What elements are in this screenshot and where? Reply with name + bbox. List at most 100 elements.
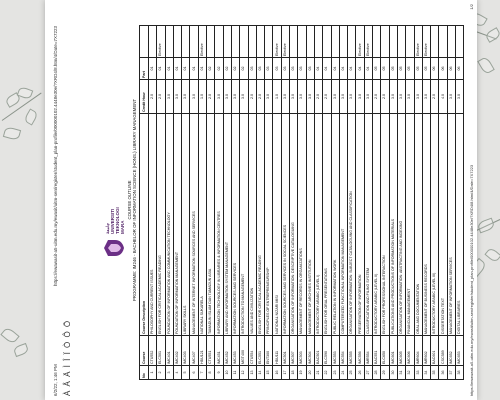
cell-description: COMPUTERIZED FUNCTIONAL INFORMATION MANA… bbox=[339, 113, 348, 336]
table-row: 36 CSC589 DISSERTATION TEXT 4.0 06 bbox=[438, 25, 448, 380]
cell-course-code: ENT300 bbox=[264, 335, 273, 366]
cell-note bbox=[239, 25, 249, 58]
cell-course-code: ELC590 bbox=[322, 335, 332, 366]
table-row: 4 IMC402 FOUNDATION OF INFORMATION MANAGEM… bbox=[173, 25, 182, 380]
cell-description: ORGANISATION OF INFORMATION: DESCRIPTIVE… bbox=[289, 113, 298, 336]
cell-part: 04 bbox=[322, 57, 332, 80]
cell-credit-hour: 3.0 bbox=[289, 79, 298, 114]
university-logo: جامعة UNIVERSITI TEKNOLOGI MARA bbox=[103, 138, 125, 258]
cell-part: 02 bbox=[223, 57, 232, 80]
cell-description: PUBLIC RELATION IN INFORMATION WORK bbox=[331, 113, 340, 336]
cell-credit-hour: 1.0 bbox=[198, 79, 207, 114]
cell-course-code: CTU552 bbox=[148, 335, 157, 366]
course-table-body: 1 CTU552 PHILOSOPHY AND CURRENT ISSUES 2.0 0… bbox=[148, 25, 464, 380]
cell-note bbox=[165, 25, 174, 58]
print-url: https://ewawasit-a5-uitm.edu.my/ewasit/u… bbox=[53, 25, 58, 286]
cell-no: 5 bbox=[181, 365, 190, 380]
cell-credit-hour: 3.0 bbox=[355, 79, 365, 114]
cell-part: 06 bbox=[455, 57, 464, 80]
cell-no: 23 bbox=[331, 365, 340, 380]
cell-description: PRINCIPLES OF ENTREPRENEURSHIP bbox=[264, 113, 273, 336]
cell-credit-hour: 3.0 bbox=[447, 79, 456, 114]
cell-note: Elective bbox=[198, 25, 207, 58]
cell-course-code: IMC501 bbox=[281, 335, 290, 366]
cell-course-code: IMC652 bbox=[447, 335, 456, 366]
cell-description: DIGITAL LIBRARIES bbox=[455, 113, 464, 336]
table-row: 22 ELC590 ENGLISH FOR ORAL PRESENTATIONS 2.… bbox=[322, 25, 332, 380]
cell-part: 02 bbox=[214, 57, 224, 80]
cell-note bbox=[455, 25, 464, 58]
table-row: 17 IMC501 INFORMATION SOURCES AND SERVICES… bbox=[281, 25, 290, 380]
table-row: 21 BAC501 INTRODUCTORY ARABIC (LEVEL I) 2.0… bbox=[314, 25, 323, 380]
cell-credit-hour: 3.0 bbox=[173, 79, 182, 114]
cell-part: 06 bbox=[430, 57, 439, 80]
cell-description: FOUNDATION OF INFORMATION AND COMMUNICAT… bbox=[165, 113, 174, 336]
cell-no: 17 bbox=[281, 365, 290, 380]
cell-part: 06 bbox=[438, 57, 448, 80]
cell-description: LIBRARY SKILLS bbox=[181, 113, 190, 336]
cell-note bbox=[297, 25, 307, 58]
col-header-note bbox=[139, 25, 149, 58]
cell-note bbox=[264, 25, 273, 58]
cell-course-code: MGT400 bbox=[239, 335, 249, 366]
cell-part: 03 bbox=[306, 57, 315, 80]
cell-credit-hour: 2.0 bbox=[430, 79, 439, 114]
cell-credit-hour: 2.0 bbox=[156, 79, 166, 114]
table-row: 6 IMC407 MANAGEMENT OF INTERNET INFORMATIO… bbox=[189, 25, 199, 380]
cell-credit-hour: 2.0 bbox=[248, 79, 257, 114]
table-row: 12 MGT400 INTRODUCTION TO MANAGEMENT 3.0 02 bbox=[239, 25, 249, 380]
col-header-description: Course Description bbox=[139, 113, 149, 336]
cell-credit-hour: 2.0 bbox=[256, 79, 265, 114]
cell-description: INTRODUCTORY ARABIC (LEVEL I) bbox=[314, 113, 323, 336]
table-row: 19 IMC503 MANAGEMENT OF RECORDS IN ORGANIZ… bbox=[297, 25, 307, 380]
cell-course-code: IMC453 bbox=[231, 335, 240, 366]
cell-no: 7 bbox=[198, 365, 207, 380]
cell-note bbox=[214, 25, 224, 58]
browser-print-header: 6/2/22, 1:46 PM https://ewawasit-a5-uitm… bbox=[53, 4, 61, 396]
cell-part: 01 bbox=[156, 57, 166, 80]
cell-course-code: IMC507 bbox=[289, 335, 298, 366]
cell-course-code: IMC402 bbox=[173, 335, 182, 366]
table-row: 29 ELC650 ENGLISH FOR PROFESSIONAL INTERAC… bbox=[380, 25, 390, 380]
table-row: 3 IMC401 FOUNDATION OF INFORMATION AND COM… bbox=[165, 25, 174, 380]
cell-course-code: IMR554 bbox=[364, 335, 373, 366]
cell-course-code: IMC606 bbox=[405, 335, 414, 366]
cell-credit-hour: 2.0 bbox=[148, 79, 157, 114]
table-row: 14 ELC551 ENGLISH FOR CRITICAL ACADEMIC RE… bbox=[256, 25, 265, 380]
cell-part: 01 bbox=[189, 57, 199, 80]
cell-part: 01 bbox=[148, 57, 157, 80]
cell-no: 37 bbox=[447, 365, 456, 380]
rotated-document: 6/2/22, 1:46 PM https://ewawasit-a5-uitm… bbox=[45, 0, 477, 400]
cell-part: 03 bbox=[248, 57, 257, 80]
table-row: 30 IMC601 PUBLICATIONS AND PRODUCTIONS OF … bbox=[389, 25, 398, 380]
cell-no: 30 bbox=[389, 365, 398, 380]
cell-description: ENGLISH FOR PROFESSIONAL INTERACTION bbox=[380, 113, 390, 336]
cell-credit-hour: 3.0 bbox=[455, 79, 464, 114]
table-row: 32 IMC606 FINANCIAL MANAGEMENT 3.0 05 bbox=[405, 25, 414, 380]
cell-course-code: HBU121 bbox=[198, 335, 207, 366]
cell-no: 10 bbox=[223, 365, 232, 380]
cell-note bbox=[405, 25, 414, 58]
cell-description: DISSERTATION TEXT bbox=[438, 113, 448, 336]
cell-description: MANAGEMENT OF INTERNET INFORMATION SOURC… bbox=[189, 113, 199, 336]
table-row: 15 ENT300 PRINCIPLES OF ENTREPRENEURSHIP 3.… bbox=[264, 25, 273, 380]
cell-note bbox=[248, 25, 257, 58]
table-row: 9 IMC451 INFORMATION TECHNOLOGY IN LIBRARI… bbox=[214, 25, 224, 380]
col-header-credit-hour: Credit Hour bbox=[139, 79, 149, 114]
cell-description: ENGLISH FOR ORAL PRESENTATIONS bbox=[322, 113, 332, 336]
cell-part: 02 bbox=[239, 57, 249, 80]
cell-note bbox=[322, 25, 332, 58]
table-row: 38 IMC653 DIGITAL LIBRARIES 3.0 06 bbox=[455, 25, 464, 380]
cell-part: 05 bbox=[372, 57, 381, 80]
cell-credit-hour: 3.0 bbox=[214, 79, 224, 114]
col-header-no: No bbox=[139, 365, 149, 380]
cell-no: 21 bbox=[314, 365, 323, 380]
cell-description: TAMADUN ISLAM DAN TAMADUN ASIA bbox=[206, 113, 215, 336]
table-row: 34 IMR602 MANAGEMENT OF BUSINESS RECORDS 3.… bbox=[422, 25, 431, 380]
cell-part: 02 bbox=[206, 57, 215, 80]
table-row: 8 CTU551 TAMADUN ISLAM DAN TAMADUN ASIA 2.0… bbox=[206, 25, 215, 380]
cell-course-code: BAC601 bbox=[430, 335, 439, 366]
cell-credit-hour: 3.0 bbox=[306, 79, 315, 114]
cell-course-code: IMC401 bbox=[165, 335, 174, 366]
cell-course-code: IMC503 bbox=[297, 335, 307, 366]
